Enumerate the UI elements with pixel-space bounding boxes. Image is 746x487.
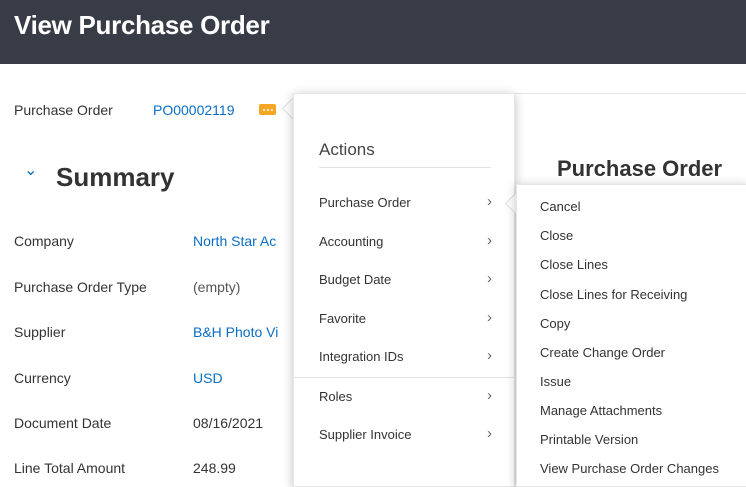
action-item-budget-date[interactable]: Budget Date › bbox=[294, 266, 514, 296]
submenu-item-create-change-order[interactable]: Create Change Order bbox=[517, 340, 746, 368]
action-item-label: Purchase Order bbox=[319, 195, 411, 210]
submenu-item-close[interactable]: Close bbox=[517, 223, 746, 251]
submenu-item-label: Close bbox=[540, 228, 574, 243]
submenu-item-issue[interactable]: Issue bbox=[517, 369, 746, 397]
field-value-company[interactable]: North Star Ac bbox=[193, 233, 276, 249]
submenu-item-close-lines[interactable]: Close Lines bbox=[517, 252, 746, 280]
action-item-label: Integration IDs bbox=[319, 349, 404, 364]
submenu-item-label: View Purchase Order Changes bbox=[540, 461, 719, 476]
field-label-currency: Currency bbox=[14, 370, 71, 386]
action-item-roles[interactable]: Roles › bbox=[294, 383, 514, 413]
field-label-document-date: Document Date bbox=[14, 415, 112, 431]
submenu-item-copy[interactable]: Copy bbox=[517, 311, 746, 339]
divider bbox=[319, 167, 491, 168]
chevron-right-icon: › bbox=[487, 347, 492, 364]
submenu-item-label: Issue bbox=[540, 374, 572, 389]
submenu-item-label: Manage Attachments bbox=[540, 403, 663, 418]
chevron-right-icon: › bbox=[487, 270, 492, 287]
field-label-company: Company bbox=[14, 233, 74, 249]
action-item-label: Budget Date bbox=[319, 272, 392, 287]
preview-title: Purchase Order bbox=[557, 156, 723, 181]
divider bbox=[294, 377, 514, 378]
action-item-label: Supplier Invoice bbox=[319, 427, 412, 442]
submenu-item-view-purchase-order-changes[interactable]: View Purchase Order Changes bbox=[517, 456, 746, 484]
submenu-item-label: Printable Version bbox=[540, 432, 639, 447]
field-label-purchase-order-type: Purchase Order Type bbox=[14, 279, 147, 295]
chevron-right-icon: › bbox=[487, 232, 492, 249]
field-label-supplier: Supplier bbox=[14, 324, 66, 340]
action-item-label: Accounting bbox=[319, 234, 384, 249]
action-item-purchase-order[interactable]: Purchase Order › bbox=[294, 189, 514, 219]
purchase-order-submenu: Cancel Close Close Lines Close Lines for… bbox=[516, 184, 746, 487]
chevron-right-icon: › bbox=[487, 387, 492, 404]
submenu-item-label: Close Lines bbox=[540, 257, 608, 272]
chevron-right-icon: › bbox=[487, 309, 492, 326]
field-value-purchase-order-type: (empty) bbox=[193, 279, 241, 295]
action-item-label: Roles bbox=[319, 389, 353, 404]
chevron-right-icon: › bbox=[487, 425, 492, 442]
submenu-item-cancel[interactable]: Cancel bbox=[517, 194, 746, 222]
submenu-item-manage-attachments[interactable]: Manage Attachments bbox=[517, 398, 746, 426]
submenu-item-label: Copy bbox=[540, 316, 571, 331]
field-value-currency[interactable]: USD bbox=[193, 370, 223, 386]
submenu-item-label: Close Lines for Receiving bbox=[540, 287, 688, 302]
field-value-line-total-amount: 248.99 bbox=[193, 460, 236, 476]
field-value-document-date: 08/16/2021 bbox=[193, 415, 264, 431]
actions-menu: Actions Purchase Order › Accounting › Bu… bbox=[293, 93, 515, 487]
submenu-item-label: Create Change Order bbox=[540, 345, 666, 360]
action-item-favorite[interactable]: Favorite › bbox=[294, 305, 514, 335]
action-item-integration-ids[interactable]: Integration IDs › bbox=[294, 343, 514, 373]
action-item-label: Favorite bbox=[319, 311, 366, 326]
submenu-item-close-lines-for-receiving[interactable]: Close Lines for Receiving bbox=[517, 282, 746, 310]
field-label-line-total-amount: Line Total Amount bbox=[14, 460, 126, 476]
chevron-right-icon: › bbox=[487, 193, 492, 210]
submenu-item-printable-version[interactable]: Printable Version bbox=[517, 427, 746, 455]
field-value-supplier[interactable]: B&H Photo Vi bbox=[193, 324, 278, 340]
summary-fields: Company North Star Ac Purchase Order Typ… bbox=[0, 0, 300, 485]
actions-heading: Actions bbox=[319, 140, 375, 159]
action-item-accounting[interactable]: Accounting › bbox=[294, 228, 514, 258]
submenu-item-label: Cancel bbox=[540, 199, 581, 214]
action-item-supplier-invoice[interactable]: Supplier Invoice › bbox=[294, 421, 514, 451]
